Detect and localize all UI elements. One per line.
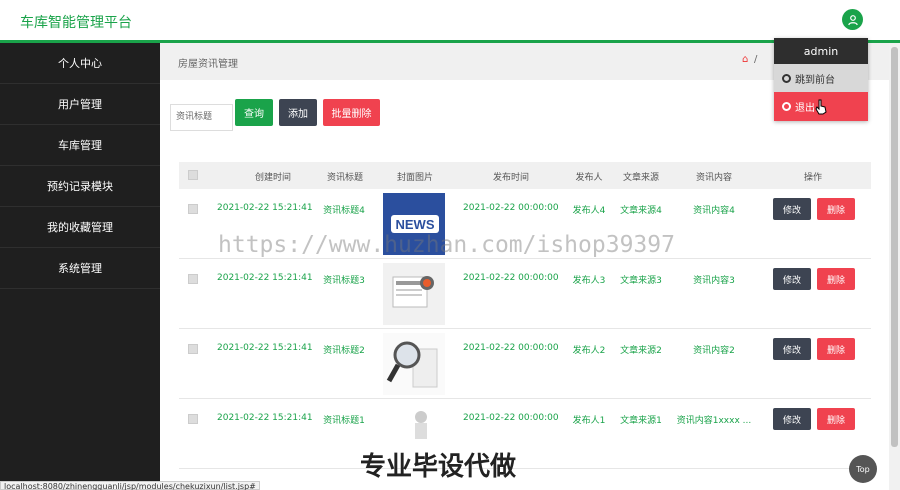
column-header: 发布人 (575, 173, 603, 183)
column-header: 文章来源 (622, 173, 659, 183)
source: 文章来源4 (620, 206, 662, 216)
table-row: 2021-02-22 15:21:41 资讯标题3 2021-02-22 00:… (179, 259, 871, 329)
edit-button[interactable]: 修改 (773, 268, 811, 290)
status-bar-url: localhost:8080/zhinengguanli/jsp/modules… (0, 481, 260, 490)
created-time: 2021-02-22 15:21:41 (217, 203, 313, 213)
news-table: 创建时间 资讯标题 封面图片 发布时间 发布人 文章来源 资讯内容 操作 202… (179, 162, 871, 469)
author: 发布人3 (572, 276, 606, 286)
scrollbar-thumb[interactable] (891, 47, 898, 447)
news-title: 资讯标题1 (323, 416, 365, 426)
edit-button[interactable]: 修改 (773, 408, 811, 430)
source: 文章来源3 (620, 276, 662, 286)
sidebar-item-garage-management[interactable]: 车库管理 (0, 125, 160, 166)
svg-text:NEWS: NEWS (396, 217, 435, 232)
column-header: 资讯标题 (326, 173, 363, 183)
row-checkbox[interactable] (188, 274, 198, 284)
created-time: 2021-02-22 15:21:41 (217, 413, 313, 423)
top-header: 车库智能管理平台 (0, 0, 900, 43)
cover-image (383, 263, 445, 325)
sidebar-item-favorites[interactable]: 我的收藏管理 (0, 207, 160, 248)
watermark-text: 专业毕设代做 (360, 452, 517, 482)
author: 发布人2 (572, 346, 606, 356)
published-time: 2021-02-22 00:00:00 (463, 203, 559, 213)
delete-button[interactable]: 删除 (817, 338, 855, 360)
published-time: 2021-02-22 00:00:00 (463, 343, 559, 353)
source: 文章来源1 (620, 416, 662, 426)
author: 发布人1 (572, 416, 606, 426)
add-button[interactable]: 添加 (279, 99, 317, 126)
user-menu-button[interactable] (842, 9, 863, 30)
row-checkbox[interactable] (188, 414, 198, 424)
select-all-checkbox[interactable] (188, 170, 198, 180)
published-time: 2021-02-22 00:00:00 (463, 273, 559, 283)
column-header: 创建时间 (254, 173, 291, 183)
sidebar-item-user-management[interactable]: 用户管理 (0, 84, 160, 125)
table-row: 2021-02-22 15:21:41 资讯标题1 2021-02-22 00:… (179, 399, 871, 469)
column-header: 资讯内容 (695, 173, 732, 183)
cover-image (383, 333, 445, 395)
sidebar: 个人中心 用户管理 车库管理 预约记录模块 我的收藏管理 系统管理 (0, 43, 160, 490)
go-frontend-label: 跳到前台 (795, 74, 835, 86)
batch-delete-button[interactable]: 批量删除 (323, 99, 380, 126)
user-icon (847, 14, 858, 25)
author: 发布人4 (572, 206, 606, 216)
page-title: 房屋资讯管理 (178, 59, 238, 70)
content: 资讯内容1xxxx ... (676, 416, 752, 426)
sidebar-item-system[interactable]: 系统管理 (0, 248, 160, 289)
content: 资讯内容3 (693, 276, 735, 286)
column-header: 封面图片 (396, 173, 433, 183)
sidebar-item-personal-center[interactable]: 个人中心 (0, 43, 160, 84)
app-title: 车库智能管理平台 (20, 15, 132, 31)
edit-button[interactable]: 修改 (773, 338, 811, 360)
table-header: 创建时间 资讯标题 封面图片 发布时间 发布人 文章来源 资讯内容 操作 (179, 162, 871, 189)
search-input[interactable]: 资讯标题 (170, 104, 233, 131)
home-icon[interactable]: ⌂ (742, 54, 748, 65)
row-checkbox[interactable] (188, 204, 198, 214)
column-header: 操作 (803, 173, 822, 183)
sidebar-item-reservation-records[interactable]: 预约记录模块 (0, 166, 160, 207)
dropdown-username: admin (774, 38, 868, 64)
content: 资讯内容4 (693, 206, 735, 216)
logout-label: 退出 (795, 103, 815, 114)
content: 资讯内容2 (693, 346, 735, 356)
news-title: 资讯标题2 (323, 346, 365, 356)
back-to-top-button[interactable]: Top (849, 455, 877, 483)
frontend-icon (782, 73, 791, 83)
table-row: 2021-02-22 15:21:41 资讯标题2 2021-02-22 00:… (179, 329, 871, 399)
row-checkbox[interactable] (188, 344, 198, 354)
power-icon (782, 102, 791, 111)
query-button[interactable]: 查询 (235, 99, 273, 126)
watermark-url: https://www.huzhan.com/ishop39397 (218, 232, 675, 258)
hand-cursor-icon (815, 99, 827, 115)
published-time: 2021-02-22 00:00:00 (463, 413, 559, 423)
edit-button[interactable]: 修改 (773, 198, 811, 220)
created-time: 2021-02-22 15:21:41 (217, 273, 313, 283)
column-header: 发布时间 (492, 173, 529, 183)
delete-button[interactable]: 删除 (817, 198, 855, 220)
news-title: 资讯标题3 (323, 276, 365, 286)
go-frontend-item[interactable]: 跳到前台 (774, 64, 868, 92)
created-time: 2021-02-22 15:21:41 (217, 343, 313, 353)
delete-button[interactable]: 删除 (817, 408, 855, 430)
delete-button[interactable]: 删除 (817, 268, 855, 290)
breadcrumb-separator: / (754, 54, 758, 65)
news-title: 资讯标题4 (323, 206, 365, 216)
source: 文章来源2 (620, 346, 662, 356)
page-scrollbar[interactable] (889, 43, 900, 490)
